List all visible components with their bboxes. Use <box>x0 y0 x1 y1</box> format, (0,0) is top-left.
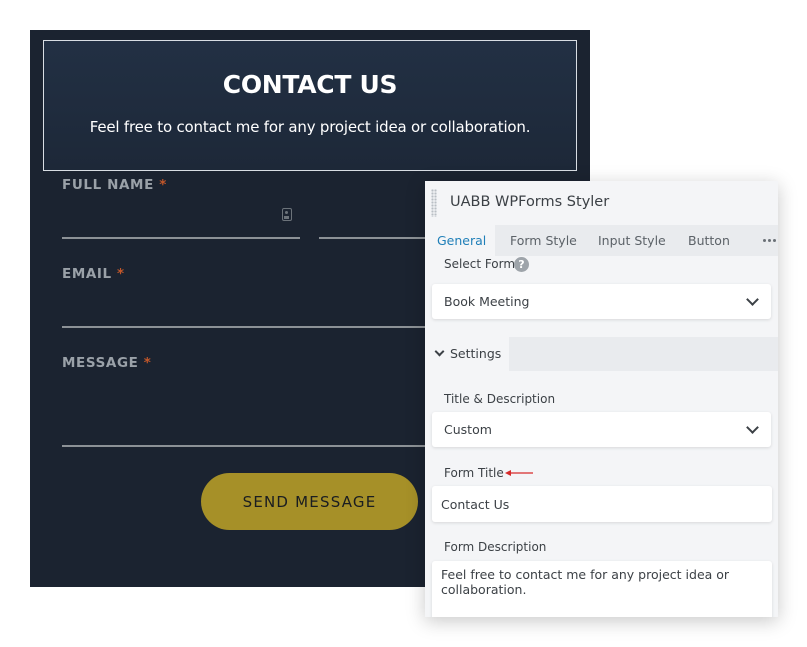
form-header: CONTACT US Feel free to contact me for a… <box>43 40 577 171</box>
select-form-dropdown[interactable]: Book Meeting <box>432 284 771 319</box>
email-label: EMAIL * <box>62 266 125 282</box>
chevron-down-icon <box>746 421 759 434</box>
ellipsis-icon[interactable] <box>763 239 777 243</box>
chevron-down-icon <box>434 346 445 357</box>
settings-tabs: General Form Style Input Style Button <box>425 225 778 256</box>
settings-section-bar: Settings <box>425 337 778 371</box>
form-title-label: Form Title <box>444 466 504 480</box>
form-description-value: Feel free to contact me for any project … <box>441 567 730 597</box>
send-message-button[interactable]: SEND MESSAGE <box>201 473 418 530</box>
title-description-value: Custom <box>444 422 492 437</box>
required-asterisk: * <box>143 355 152 371</box>
form-description-textarea[interactable]: Feel free to contact me for any project … <box>432 561 772 617</box>
title-description-label: Title & Description <box>444 392 556 406</box>
required-asterisk: * <box>117 266 125 282</box>
tab-input-style[interactable]: Input Style <box>598 233 666 248</box>
form-description: Feel free to contact me for any project … <box>89 118 531 136</box>
form-title: CONTACT US <box>222 70 398 99</box>
settings-section-toggle[interactable]: Settings <box>425 337 509 371</box>
panel-title: UABB WPForms Styler <box>450 194 610 210</box>
tab-form-style[interactable]: Form Style <box>510 233 577 248</box>
question-icon[interactable]: ? <box>514 257 529 272</box>
title-description-dropdown[interactable]: Custom <box>432 412 771 447</box>
required-asterisk: * <box>159 177 167 193</box>
message-label: MESSAGE * <box>62 355 152 371</box>
arrow-left-icon <box>505 470 533 476</box>
tab-general[interactable]: General <box>425 225 495 256</box>
form-description-label: Form Description <box>444 540 547 554</box>
full-name-label: FULL NAME * <box>62 177 167 193</box>
form-title-input[interactable]: Contact Us <box>432 486 772 522</box>
contact-card-icon <box>282 208 292 221</box>
wpforms-styler-panel: UABB WPForms Styler General Form Style I… <box>425 181 778 617</box>
first-name-input[interactable] <box>62 237 300 239</box>
settings-section-label: Settings <box>450 346 502 361</box>
drag-handle-icon[interactable] <box>431 189 437 217</box>
chevron-down-icon <box>746 293 759 306</box>
tab-button[interactable]: Button <box>688 233 730 248</box>
select-form-value: Book Meeting <box>444 294 530 309</box>
panel-header: UABB WPForms Styler <box>425 181 778 225</box>
form-title-value: Contact Us <box>441 497 510 512</box>
select-form-label: Select Form <box>444 257 516 271</box>
